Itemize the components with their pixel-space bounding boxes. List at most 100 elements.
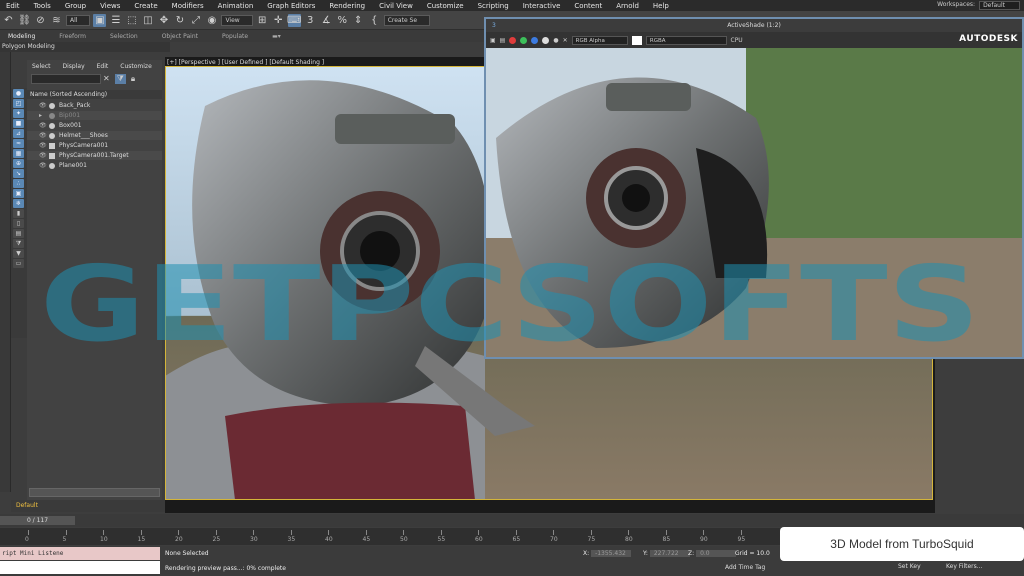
menu-create[interactable]: Create [128, 2, 165, 10]
tab-selection[interactable]: Selection [102, 33, 154, 40]
display-lights-icon[interactable]: ✦ [13, 109, 24, 118]
display-mode-dropdown[interactable]: RGBA [645, 35, 727, 45]
list-item[interactable]: 👁︎ Plane001 [27, 161, 162, 170]
eye-icon[interactable]: 👁︎ [39, 122, 47, 129]
explorer-column-header[interactable]: Name (Sorted Ascending) [27, 90, 162, 99]
frame-counter[interactable]: 0 / 117 [0, 516, 75, 525]
menu-animation[interactable]: Animation [212, 2, 262, 10]
filter-toggle-icon[interactable]: ⧩ [114, 74, 126, 84]
key-filters-button[interactable]: Key Filters... [946, 563, 983, 570]
lock-icon[interactable]: 🔒︎ [131, 74, 135, 84]
ribbon-panel-label[interactable]: Polygon Modeling [0, 42, 170, 52]
select-by-name-icon[interactable]: ☰ [109, 14, 122, 27]
mono-icon[interactable]: ● [553, 37, 558, 44]
pivot-icon[interactable]: ⊞ [256, 14, 269, 27]
clear-search-icon[interactable]: ✕ [103, 74, 110, 84]
angle-snap-icon[interactable]: ∡ [320, 14, 333, 27]
menu-group[interactable]: Group [59, 2, 94, 10]
explorer-search-input[interactable] [31, 74, 101, 84]
green-channel-icon[interactable] [520, 36, 528, 44]
select-object-icon[interactable]: ▣ [93, 13, 107, 27]
tab-modeling[interactable]: Modeling [0, 33, 51, 40]
eye-icon[interactable]: 👁︎ [39, 162, 47, 169]
menu-customize[interactable]: Customize [421, 2, 472, 10]
save-icon[interactable]: ▣ [490, 37, 496, 44]
tab-object-paint[interactable]: Object Paint [154, 33, 214, 40]
menu-rendering[interactable]: Rendering [323, 2, 373, 10]
move-icon[interactable]: ✥ [157, 14, 170, 27]
rect-region-icon[interactable]: ⬚ [125, 14, 138, 27]
menu-modifiers[interactable]: Modifiers [166, 2, 212, 10]
display-spacewarps-icon[interactable]: ≈ [13, 139, 24, 148]
time-slider[interactable] [0, 514, 1024, 527]
reference-coord-dropdown[interactable]: View [221, 14, 253, 26]
menu-tools[interactable]: Tools [28, 2, 59, 10]
explorer-scrollbar[interactable] [29, 488, 160, 497]
selection-filter-dropdown[interactable]: All [66, 14, 91, 26]
explorer-menu-edit[interactable]: Edit [97, 63, 109, 70]
red-channel-icon[interactable] [509, 36, 517, 44]
rotate-icon[interactable]: ↻ [173, 14, 186, 27]
maxscript-listener-input[interactable]: ript Mini Listene [0, 547, 160, 560]
x-field[interactable]: -1355.432 [591, 550, 632, 557]
menu-civil-view[interactable]: Civil View [373, 2, 421, 10]
place-icon[interactable]: ◉ [205, 14, 218, 27]
link-icon[interactable]: ⛓ [18, 14, 31, 27]
select-manipulate-icon[interactable]: ✛ [272, 14, 285, 27]
undo-icon[interactable]: ↶ [2, 14, 15, 27]
funnel-icon[interactable]: ▼ [13, 249, 24, 258]
menu-arnold[interactable]: Arnold [610, 2, 647, 10]
alpha-channel-icon[interactable] [542, 36, 550, 44]
explorer-menu-display[interactable]: Display [63, 63, 85, 70]
eye-icon[interactable]: 👁︎ [39, 152, 47, 159]
menu-interactive[interactable]: Interactive [517, 2, 569, 10]
filter-icon[interactable]: ⧩ [13, 239, 24, 248]
color-swatch[interactable] [631, 35, 642, 45]
display-shapes-icon[interactable]: ◰ [13, 99, 24, 108]
display-frozen-icon[interactable]: ❄ [13, 199, 24, 208]
eye-icon[interactable]: 👁︎ [39, 132, 47, 139]
expand-icon[interactable]: ▸ [39, 112, 47, 119]
list-item[interactable]: 👁︎ Back_Pack [27, 101, 162, 110]
layer-dropdown[interactable]: Default [11, 500, 166, 512]
clear-icon[interactable]: ✕ [563, 37, 568, 44]
display-geometry-icon[interactable]: ● [13, 89, 24, 98]
menu-help[interactable]: Help [647, 2, 677, 10]
list-item[interactable]: ▸ Bip001 [27, 111, 162, 120]
display-particles-icon[interactable]: ∴ [13, 179, 24, 188]
menu-graph-editors[interactable]: Graph Editors [261, 2, 323, 10]
display-hidden-icon[interactable]: ▮ [13, 209, 24, 218]
eye-icon[interactable]: 👁︎ [39, 142, 47, 149]
z-field[interactable]: 0.0 [696, 550, 737, 557]
channel-dropdown[interactable]: RGB Alpha [571, 35, 628, 45]
explorer-menu-select[interactable]: Select [32, 63, 51, 70]
explorer-menu-customize[interactable]: Customize [120, 63, 152, 70]
display-all-icon[interactable]: ▯ [13, 219, 24, 228]
workspace-dropdown[interactable]: Default [979, 1, 1020, 10]
display-containers-icon[interactable]: ▣ [13, 189, 24, 198]
spinner-snap-icon[interactable]: ⇕ [352, 14, 365, 27]
display-groups-icon[interactable]: ▦ [13, 149, 24, 158]
unlink-icon[interactable]: ⊘ [34, 14, 47, 27]
menu-scripting[interactable]: Scripting [472, 2, 517, 10]
ribbon-options-icon[interactable]: ▬▾ [264, 33, 297, 40]
add-time-tag-button[interactable]: Add Time Tag [725, 564, 765, 571]
edit-named-sets-icon[interactable]: { [368, 14, 381, 27]
scale-icon[interactable]: ⤢ [189, 14, 202, 27]
activeshade-titlebar[interactable]: 3 ActiveShade (1:2) [486, 19, 1022, 32]
display-helpers-icon[interactable]: ⊿ [13, 129, 24, 138]
blue-channel-icon[interactable] [531, 36, 539, 44]
display-none-icon[interactable]: ▤ [13, 229, 24, 238]
copy-icon[interactable]: ▤ [500, 37, 506, 44]
list-item[interactable]: 👁︎ Box001 [27, 121, 162, 130]
menu-views[interactable]: Views [94, 2, 128, 10]
set-key-button[interactable]: Set Key [898, 563, 921, 570]
window-crossing-icon[interactable]: ◫ [141, 14, 154, 27]
list-item[interactable]: 👁︎ PhysCamera001.Target [27, 151, 162, 160]
y-field[interactable]: 227.722 [649, 550, 690, 557]
maxscript-output[interactable] [0, 561, 160, 574]
eye-icon[interactable]: 👁︎ [39, 102, 47, 109]
menu-content[interactable]: Content [568, 2, 610, 10]
display-cameras-icon[interactable]: ■ [13, 119, 24, 128]
snaps-icon[interactable]: 3 [304, 14, 317, 27]
